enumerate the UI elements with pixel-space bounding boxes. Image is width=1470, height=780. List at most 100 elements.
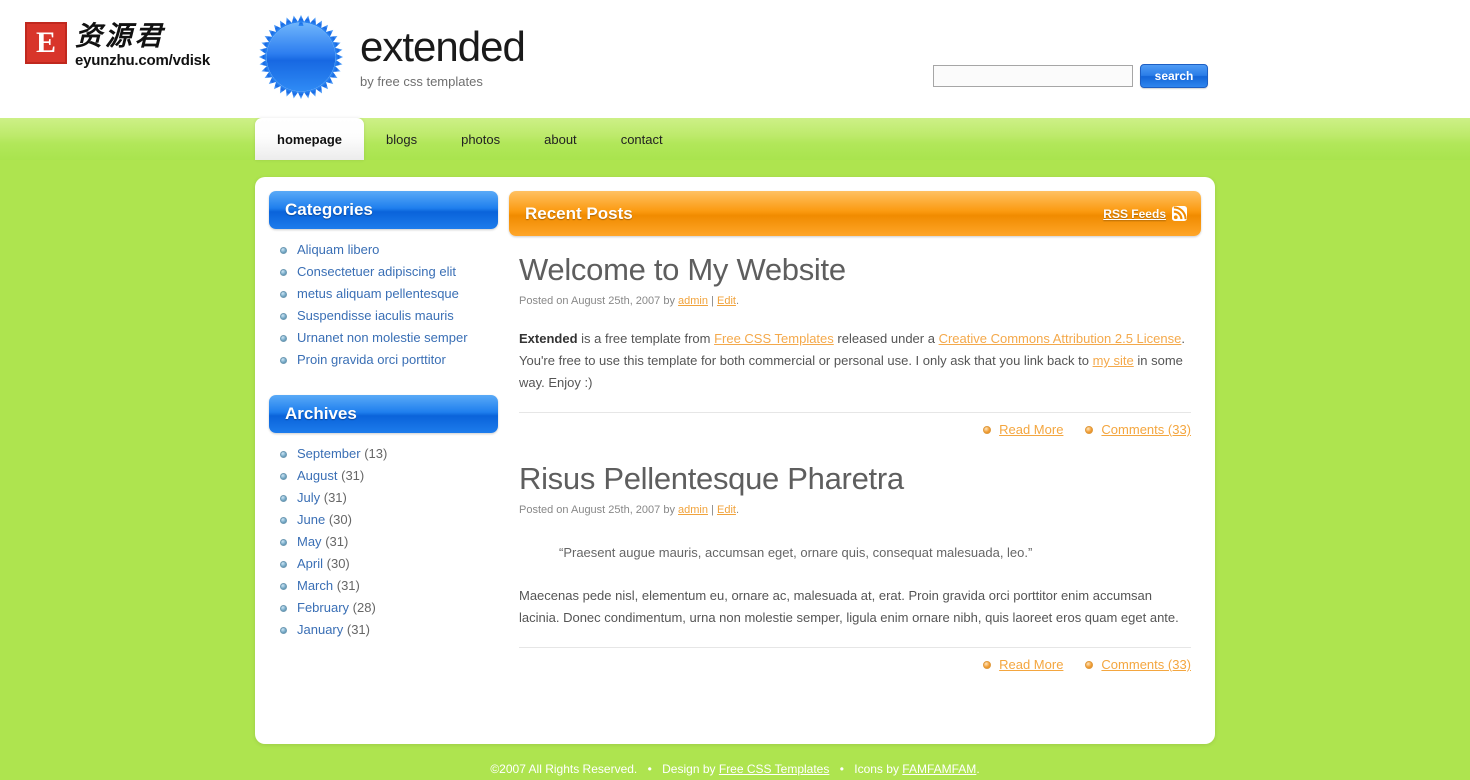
site-tagline: by free css templates — [360, 73, 483, 89]
footer-dot-2: • — [839, 762, 844, 776]
archive-link[interactable]: September — [297, 446, 361, 461]
bullet-icon — [280, 473, 287, 480]
post-edit-link[interactable]: Edit — [717, 295, 736, 307]
list-item: February (28) — [275, 597, 494, 619]
bullet-icon — [280, 539, 287, 546]
post-title[interactable]: Welcome to My Website — [519, 252, 1191, 288]
archive-link[interactable]: July — [297, 490, 320, 505]
post-body-link-3[interactable]: my site — [1093, 353, 1134, 368]
post-meta-suffix: . — [735, 504, 740, 516]
archive-link[interactable]: August — [297, 468, 337, 483]
read-more[interactable]: Read More — [983, 657, 1063, 672]
post-author-link[interactable]: admin — [678, 504, 708, 516]
archive-count: (31) — [341, 468, 365, 483]
footer-design-link[interactable]: Free CSS Templates — [719, 762, 830, 776]
archive-count: (30) — [328, 512, 352, 527]
post-meta-suffix: . — [735, 295, 740, 307]
category-link[interactable]: Consectetuer adipiscing elit — [297, 264, 456, 279]
categories-body: Aliquam libero Consectetuer adipiscing e… — [269, 229, 498, 371]
archives-body: September (13) August (31) July (31) Jun… — [269, 433, 498, 641]
search-button[interactable]: search — [1140, 64, 1208, 88]
archive-link[interactable]: March — [297, 578, 333, 593]
post-body-link-2[interactable]: Creative Commons Attribution 2.5 License — [939, 331, 1182, 346]
bullet-icon — [1085, 425, 1094, 434]
archive-link[interactable]: February — [297, 600, 349, 615]
comments[interactable]: Comments (33) — [1085, 657, 1191, 672]
partner-url: eyunzhu.com/vdisk — [75, 52, 210, 69]
list-item: Consectetuer adipiscing elit — [275, 261, 494, 283]
post-meta-prefix: Posted on August 25th, 2007 by — [519, 504, 675, 516]
post-meta-separator: | — [711, 504, 714, 516]
footer-period: . — [976, 762, 980, 776]
post-title[interactable]: Risus Pellentesque Pharetra — [519, 461, 1191, 497]
category-link[interactable]: Proin gravida orci porttitor — [297, 352, 446, 367]
list-item: Proin gravida orci porttitor — [275, 349, 494, 371]
post-meta: Posted on August 25th, 2007 by admin | E… — [519, 295, 1191, 307]
bullet-icon — [280, 335, 287, 342]
post-body: Maecenas pede nisl, elementum eu, ornare… — [519, 588, 1179, 625]
rss-feeds[interactable]: RSS Feeds — [1103, 206, 1187, 221]
archives-title: Archives — [269, 395, 498, 433]
archive-count: (31) — [346, 622, 370, 637]
post-meta-prefix: Posted on August 25th, 2007 by — [519, 295, 675, 307]
list-item: Suspendisse iaculis mauris — [275, 305, 494, 327]
partner-logo[interactable]: E 资源君 eyunzhu.com/vdisk — [25, 22, 210, 68]
nav-list: homepage blogs photos about contact — [255, 118, 685, 160]
main-column: Recent Posts RSS Feeds Welcome to My Web… — [509, 191, 1201, 730]
archive-link[interactable]: April — [297, 556, 323, 571]
starburst-icon — [258, 14, 344, 100]
category-link[interactable]: metus aliquam pellentesque — [297, 286, 459, 301]
nav-item-blogs[interactable]: blogs — [364, 118, 439, 160]
comments[interactable]: Comments (33) — [1085, 422, 1191, 437]
nav-item-photos[interactable]: photos — [439, 118, 522, 160]
archive-count: (31) — [336, 578, 360, 593]
archive-link[interactable]: January — [297, 622, 343, 637]
comments-link[interactable]: Comments (33) — [1101, 422, 1191, 437]
read-more-link[interactable]: Read More — [999, 657, 1063, 672]
footer-icons-by: Icons by — [854, 762, 899, 776]
archive-count: (31) — [323, 490, 347, 505]
archives-list: September (13) August (31) July (31) Jun… — [275, 443, 494, 641]
bullet-icon — [983, 660, 992, 669]
rss-feeds-link[interactable]: RSS Feeds — [1103, 207, 1166, 221]
bullet-icon — [280, 313, 287, 320]
list-item: September (13) — [275, 443, 494, 465]
list-item: June (30) — [275, 509, 494, 531]
read-more-link[interactable]: Read More — [999, 422, 1063, 437]
bullet-icon — [280, 583, 287, 590]
post-welcome: Welcome to My Website Posted on August 2… — [509, 236, 1201, 437]
archive-link[interactable]: June — [297, 512, 325, 527]
nav-item-homepage[interactable]: homepage — [255, 118, 365, 160]
search-input[interactable] — [933, 65, 1133, 87]
post-body-lead: Extended — [519, 331, 578, 346]
bullet-icon — [280, 495, 287, 502]
read-more[interactable]: Read More — [983, 422, 1063, 437]
nav-item-contact[interactable]: contact — [599, 118, 685, 160]
post-meta-separator: | — [711, 295, 714, 307]
comments-link[interactable]: Comments (33) — [1101, 657, 1191, 672]
post-edit-link[interactable]: Edit — [717, 504, 736, 516]
archive-link[interactable]: May — [297, 534, 322, 549]
post-risus: Risus Pellentesque Pharetra Posted on Au… — [509, 437, 1201, 672]
content-container: Categories Aliquam libero Consectetuer a… — [255, 177, 1215, 744]
footer-dot-1: • — [647, 762, 652, 776]
archives-panel: Archives September (13) August (31) July… — [269, 395, 498, 641]
post-author-link[interactable]: admin — [678, 295, 708, 307]
bullet-icon — [280, 627, 287, 634]
list-item: August (31) — [275, 465, 494, 487]
category-link[interactable]: Aliquam libero — [297, 242, 379, 257]
list-item: metus aliquam pellentesque — [275, 283, 494, 305]
category-link[interactable]: Suspendisse iaculis mauris — [297, 308, 454, 323]
category-link[interactable]: Urnanet non molestie semper — [297, 330, 468, 345]
footer-icons-link[interactable]: FAMFAMFAM — [902, 762, 976, 776]
recent-posts-header: Recent Posts RSS Feeds — [509, 191, 1201, 236]
main-navigation: homepage blogs photos about contact — [0, 118, 1470, 160]
partner-cn-title: 资源君 — [75, 21, 165, 51]
search-form[interactable]: search — [933, 64, 1208, 88]
bullet-icon — [280, 291, 287, 298]
bullet-icon — [983, 425, 992, 434]
site-logo[interactable]: extended by free css templates — [258, 14, 526, 100]
nav-item-about[interactable]: about — [522, 118, 599, 160]
post-body-link-1[interactable]: Free CSS Templates — [714, 331, 834, 346]
site-header: E 资源君 eyunzhu.com/vdisk extended by free… — [0, 0, 1470, 118]
